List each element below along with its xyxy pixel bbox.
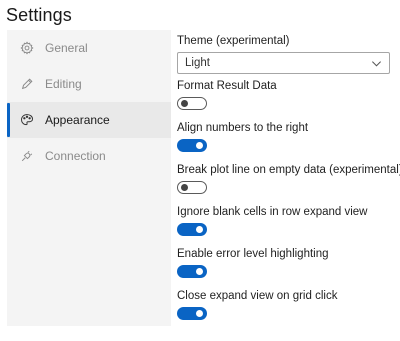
sidebar-item-editing[interactable]: Editing	[7, 66, 171, 102]
toggle-knob	[196, 226, 203, 233]
toggle-knob	[196, 142, 203, 149]
toggle-knob	[181, 184, 188, 191]
sidebar-item-connection[interactable]: Connection	[7, 138, 171, 174]
break-plot-label: Break plot line on empty data (experimen…	[177, 164, 400, 176]
chevron-down-icon	[372, 61, 381, 67]
page-title: Settings	[6, 5, 72, 25]
pencil-icon	[19, 76, 35, 92]
settings-page: Settings General Editing Appearance Conn…	[0, 0, 400, 341]
ignore-blank-toggle[interactable]	[177, 223, 207, 236]
close-expand-label: Close expand view on grid click	[177, 290, 338, 302]
toggle-knob	[196, 268, 203, 275]
palette-icon	[19, 112, 35, 128]
sidebar-item-label: Editing	[45, 77, 82, 91]
error-highlight-toggle[interactable]	[177, 265, 207, 278]
theme-label: Theme (experimental)	[177, 35, 290, 47]
ignore-blank-label: Ignore blank cells in row expand view	[177, 206, 368, 218]
toggle-knob	[181, 100, 188, 107]
toggle-knob	[196, 310, 203, 317]
plug-icon	[19, 148, 35, 164]
sidebar-item-general[interactable]: General	[7, 30, 171, 66]
format-result-label: Format Result Data	[177, 80, 277, 92]
error-highlight-label: Enable error level highlighting	[177, 248, 329, 260]
align-numbers-label: Align numbers to the right	[177, 122, 309, 134]
close-expand-toggle[interactable]	[177, 307, 207, 320]
sidebar-item-label: Appearance	[45, 113, 110, 127]
sidebar-item-label: Connection	[45, 149, 106, 163]
theme-select-value: Light	[185, 57, 210, 69]
sidebar-item-label: General	[45, 41, 88, 55]
gear-icon	[19, 40, 35, 56]
sidebar-item-appearance[interactable]: Appearance	[7, 102, 171, 138]
theme-select[interactable]: Light	[177, 52, 390, 74]
settings-sidebar: General Editing Appearance Connection	[7, 30, 171, 326]
break-plot-toggle[interactable]	[177, 181, 207, 194]
align-numbers-toggle[interactable]	[177, 139, 207, 152]
format-result-toggle[interactable]	[177, 97, 207, 110]
